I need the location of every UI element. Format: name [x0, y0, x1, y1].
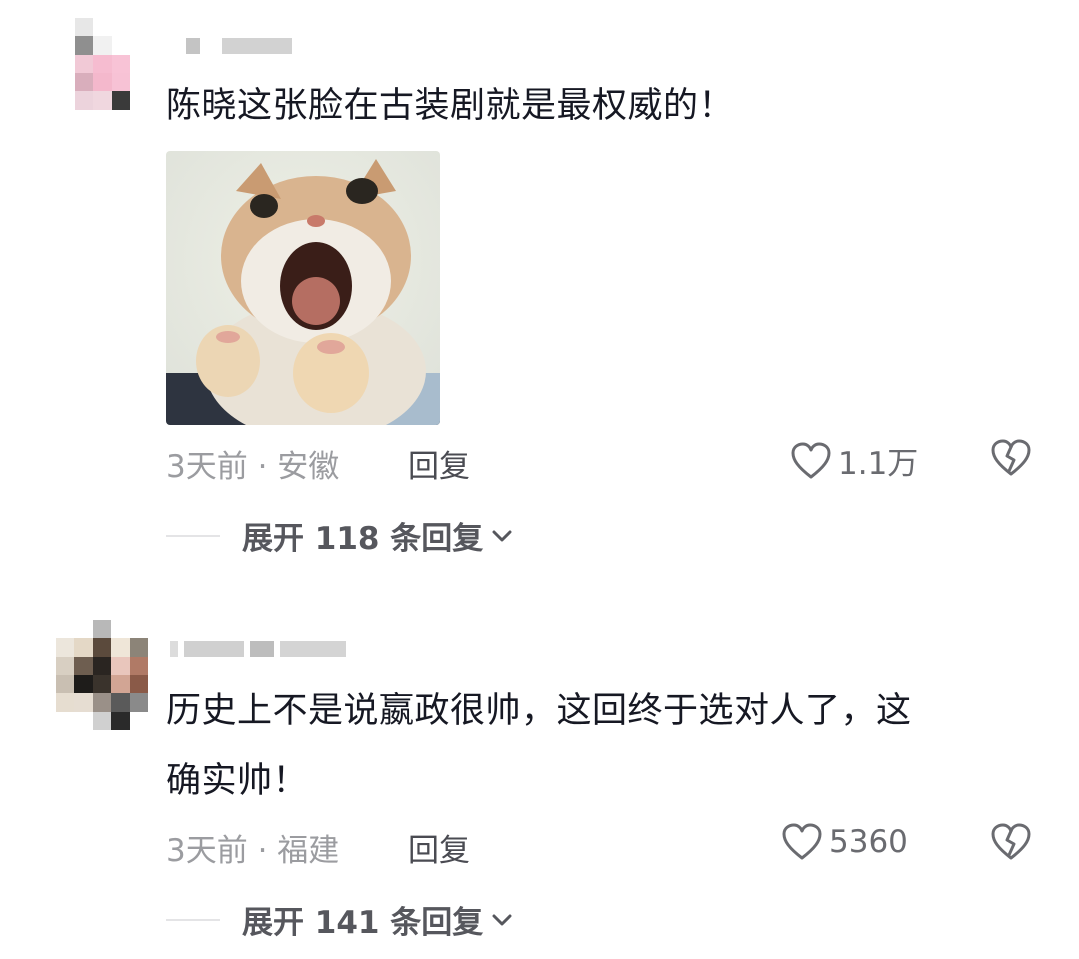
chevron-down-icon — [492, 914, 512, 925]
broken-heart-icon — [991, 823, 1031, 860]
divider — [166, 534, 220, 537]
like-count: 5360 — [829, 824, 908, 860]
comment-text: 历史上不是说嬴政很帅，这回终于选对人了，这 确实帅！ — [166, 691, 912, 801]
cat-sticker-icon — [166, 151, 440, 425]
expand-replies-label: 展开 118 条回复 — [242, 521, 484, 557]
reply-button[interactable]: 回复 — [408, 825, 470, 870]
avatar[interactable] — [56, 620, 148, 730]
expand-replies-label: 展开 141 条回复 — [242, 905, 484, 941]
avatar[interactable] — [56, 18, 130, 128]
broken-heart-icon — [991, 439, 1031, 476]
reply-button[interactable]: 回复 — [408, 441, 470, 486]
comment-meta: 3天前 · 福建 — [166, 833, 340, 869]
divider — [166, 918, 220, 921]
comment-meta: 3天前 · 安徽 — [166, 449, 340, 485]
expand-replies[interactable]: 展开 118 条回复 — [166, 513, 513, 558]
sticker-image[interactable] — [166, 151, 440, 425]
heart-outline-icon — [782, 823, 822, 860]
username-blurred[interactable] — [186, 38, 296, 54]
chevron-down-icon — [492, 530, 512, 541]
expand-replies[interactable]: 展开 141 条回复 — [166, 897, 513, 942]
username-blurred[interactable] — [170, 641, 350, 657]
like-count: 1.1万 — [838, 446, 919, 482]
dislike-button[interactable] — [989, 438, 1033, 482]
like-button[interactable]: 1.1万 — [790, 438, 918, 483]
dislike-button[interactable] — [989, 822, 1033, 866]
like-button[interactable]: 5360 — [781, 822, 908, 862]
comment-text: 陈晓这张脸在古装剧就是最权威的！ — [166, 86, 735, 126]
heart-outline-icon — [791, 442, 831, 478]
